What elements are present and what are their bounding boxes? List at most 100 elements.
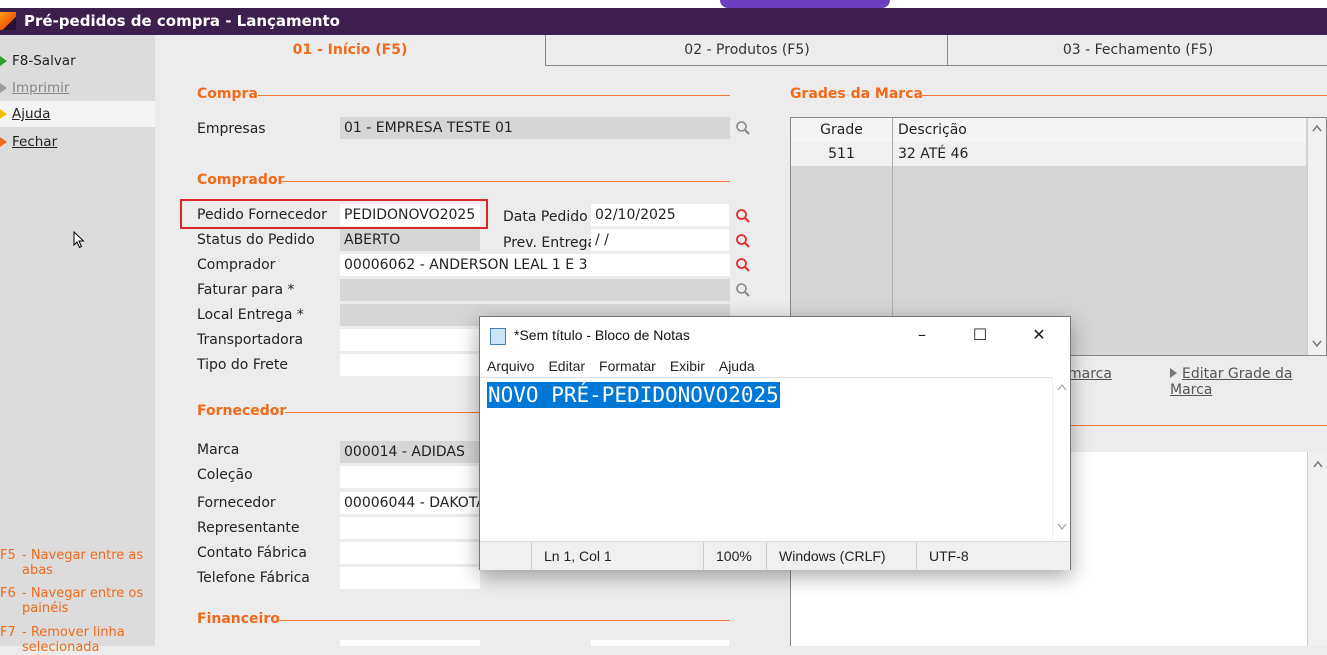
- save-button[interactable]: F8-Salvar: [0, 48, 155, 74]
- close-window-button[interactable]: ✕: [1010, 317, 1068, 353]
- section-divider: [258, 95, 730, 96]
- section-grades-title: Grades da Marca: [790, 86, 923, 102]
- section-divider: [1068, 425, 1327, 426]
- status-encoding: UTF-8: [916, 542, 1051, 570]
- status-field: ABERTO: [340, 229, 480, 251]
- search-icon[interactable]: [735, 257, 751, 273]
- maximize-button[interactable]: ☐: [951, 317, 1009, 353]
- tab-produtos[interactable]: 02 - Produtos (F5): [545, 35, 948, 66]
- menu-exibir[interactable]: Exibir: [670, 358, 705, 374]
- hint-key: F5: [0, 548, 16, 563]
- marca-label: Marca: [197, 442, 240, 458]
- scroll-up-icon[interactable]: [1312, 124, 1322, 132]
- scroll-down-icon[interactable]: [1057, 523, 1067, 531]
- tab-inicio[interactable]: 01 - Início (F5): [155, 35, 545, 65]
- green-triangle-icon: [0, 56, 7, 66]
- menu-ajuda[interactable]: Ajuda: [719, 358, 755, 374]
- search-icon[interactable]: [735, 120, 751, 136]
- hint-key: F7: [0, 625, 16, 640]
- faturar-field[interactable]: [340, 279, 730, 301]
- financeiro-field[interactable]: [340, 640, 480, 646]
- scroll-up-icon[interactable]: [1313, 460, 1323, 468]
- representante-field[interactable]: [340, 517, 480, 539]
- telefone-field[interactable]: [340, 567, 480, 589]
- app-title-bar: Pré-pedidos de compra - Lançamento: [0, 8, 1327, 35]
- sidebar: F8-Salvar Imprimir Ajuda Fechar F5 - Nav…: [0, 35, 155, 655]
- empresas-label: Empresas: [197, 121, 266, 137]
- notepad-window: *Sem título - Bloco de Notas – ☐ ✕ Arqui…: [479, 316, 1071, 570]
- cell-grade: 511: [828, 146, 855, 162]
- save-label: F8-Salvar: [12, 53, 76, 69]
- section-divider: [280, 181, 730, 182]
- table-header: Grade Descrição: [791, 118, 1306, 143]
- hint-text: - Navegar entre as abas: [22, 548, 144, 578]
- contato-label: Contato Fábrica: [197, 545, 307, 561]
- contato-field[interactable]: [340, 542, 480, 564]
- cell-descricao: 32 ATÉ 46: [898, 146, 969, 162]
- comprador-field[interactable]: 00006062 - ANDERSON LEAL 1 E 3: [340, 254, 730, 276]
- lower-scrollbar[interactable]: [1307, 452, 1327, 646]
- status-zoom: 100%: [703, 542, 768, 570]
- notepad-menu-bar: Arquivo Editar Formatar Exibir Ajuda: [480, 355, 762, 377]
- colecao-field[interactable]: [340, 466, 480, 488]
- status-eol: Windows (CRLF): [766, 542, 916, 570]
- search-icon[interactable]: [735, 282, 751, 298]
- scroll-up-icon[interactable]: [1057, 383, 1067, 391]
- section-fornecedor-title: Fornecedor: [197, 403, 287, 419]
- notepad-icon: [490, 328, 506, 345]
- fornecedor-field[interactable]: 00006044 - DAKOTA: [340, 492, 480, 514]
- close-button[interactable]: Fechar: [0, 129, 155, 155]
- section-financeiro-title: Financeiro: [197, 611, 280, 627]
- menu-formatar[interactable]: Formatar: [599, 358, 656, 374]
- print-button[interactable]: Imprimir: [0, 75, 155, 101]
- hint-text: - Navegar entre os painéis: [22, 586, 144, 616]
- hint-text: - Remover linha selecionada: [22, 625, 125, 655]
- search-icon[interactable]: [735, 208, 751, 224]
- column-header-descricao[interactable]: Descrição: [898, 118, 967, 142]
- financeiro-field[interactable]: [591, 640, 729, 646]
- representante-label: Representante: [197, 520, 300, 536]
- column-header-grade[interactable]: Grade: [791, 118, 892, 142]
- marca-field[interactable]: 000014 - ADIDAS: [340, 441, 480, 463]
- table-row[interactable]: 511 32 ATÉ 46: [791, 142, 1306, 166]
- section-comprador-title: Comprador: [197, 172, 285, 188]
- prev-entrega-field[interactable]: / /: [591, 229, 729, 251]
- section-divider: [920, 95, 1327, 96]
- table-scrollbar[interactable]: [1307, 118, 1326, 355]
- section-compra-title: Compra: [197, 86, 258, 102]
- marca-link[interactable]: marca: [1068, 366, 1112, 382]
- prev-entrega-label: Prev. Entrega: [503, 235, 597, 251]
- notepad-title: *Sem título - Bloco de Notas: [514, 327, 690, 343]
- data-pedido-label: Data Pedido: [503, 209, 588, 225]
- status-label: Status do Pedido: [197, 232, 315, 248]
- status-position: Ln 1, Col 1: [531, 542, 701, 570]
- comprador-label: Comprador: [197, 257, 276, 273]
- empresas-field[interactable]: 01 - EMPRESA TESTE 01: [340, 117, 730, 139]
- hint-key: F6: [0, 586, 16, 601]
- scroll-down-icon[interactable]: [1312, 340, 1322, 348]
- help-button[interactable]: Ajuda: [0, 101, 155, 127]
- selected-text: NOVO PRÉ-PEDIDONOVO2025: [487, 382, 780, 408]
- notepad-text-area[interactable]: NOVO PRÉ-PEDIDONOVO2025: [480, 377, 1052, 541]
- menu-arquivo[interactable]: Arquivo: [487, 358, 534, 374]
- notepad-scrollbar[interactable]: [1052, 377, 1070, 540]
- mouse-cursor-icon: [73, 231, 85, 249]
- print-label: Imprimir: [12, 80, 70, 96]
- transportadora-field[interactable]: [340, 329, 480, 351]
- highlight-box: [180, 199, 488, 229]
- edit-grade-label: Editar Grade da Marca: [1170, 366, 1293, 398]
- tab-bar: 01 - Início (F5) 02 - Produtos (F5) 03 -…: [155, 35, 1327, 67]
- notepad-status-bar: Ln 1, Col 1 100% Windows (CRLF) UTF-8: [480, 541, 1070, 570]
- menu-editar[interactable]: Editar: [548, 358, 585, 374]
- tab-fechamento[interactable]: 03 - Fechamento (F5): [947, 35, 1327, 66]
- minimize-button[interactable]: –: [893, 317, 951, 353]
- data-pedido-field[interactable]: 02/10/2025: [591, 204, 729, 226]
- telefone-label: Telefone Fábrica: [197, 570, 310, 586]
- colecao-label: Coleção: [197, 467, 253, 483]
- search-icon[interactable]: [735, 233, 751, 249]
- edit-grade-link[interactable]: Editar Grade da Marca: [1170, 366, 1327, 398]
- transportadora-label: Transportadora: [197, 332, 304, 348]
- hint-f6: F6 - Navegar entre os painéis: [0, 586, 155, 622]
- notepad-title-bar[interactable]: *Sem título - Bloco de Notas – ☐ ✕: [480, 317, 1070, 353]
- tipo-frete-field[interactable]: [340, 354, 480, 376]
